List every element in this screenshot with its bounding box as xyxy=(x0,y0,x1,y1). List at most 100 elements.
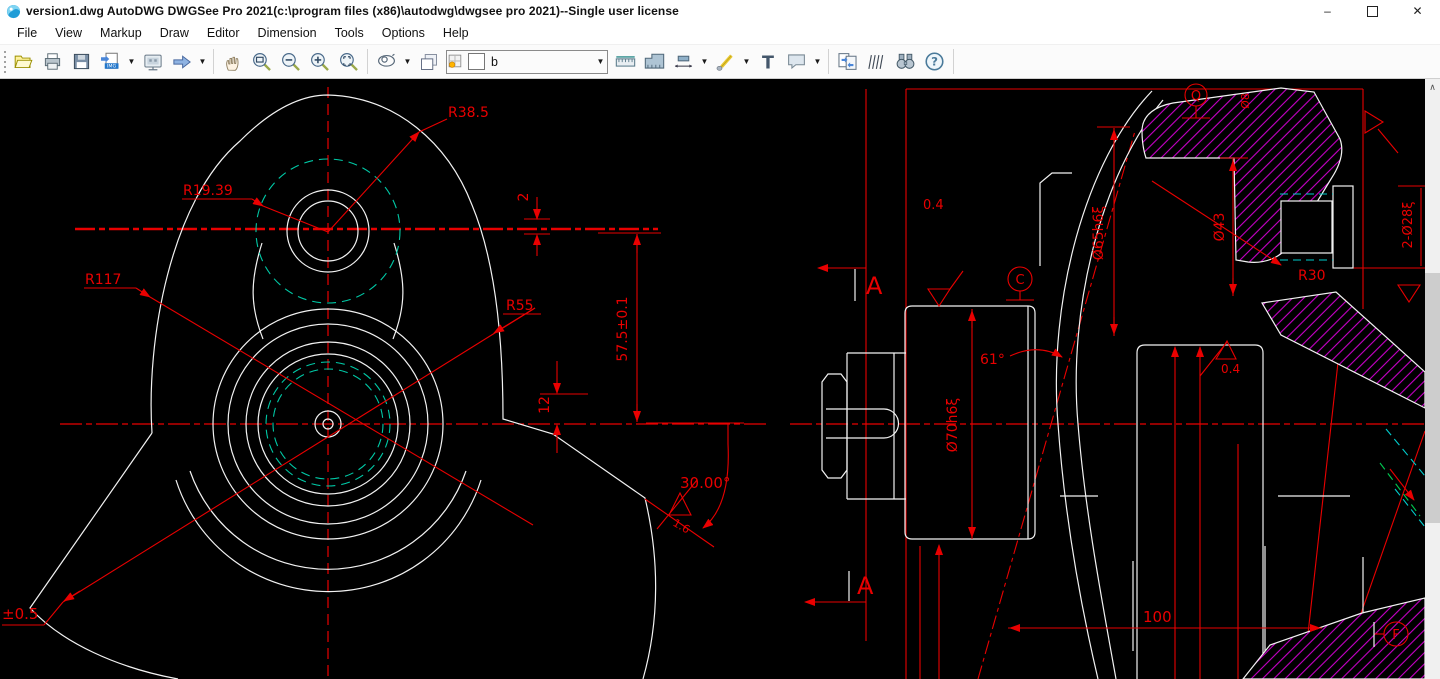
zoom-window-button[interactable] xyxy=(247,48,276,75)
measure-area-button[interactable] xyxy=(640,48,669,75)
hatch-button[interactable] xyxy=(862,48,891,75)
svg-text:?: ? xyxy=(931,55,938,69)
measure-length-button[interactable] xyxy=(669,48,698,75)
monitor-icon xyxy=(143,52,163,72)
menu-draw[interactable]: Draw xyxy=(151,24,198,42)
dim-r38-label: R38.5 xyxy=(448,105,489,121)
cad-drawing: R38.5 R19.39 R117 R55 2 57.5±0.1 12 30.0… xyxy=(0,79,1425,679)
hatch-regions xyxy=(1142,88,1425,679)
menu-tools[interactable]: Tools xyxy=(326,24,373,42)
export-image-icon: IMG xyxy=(101,52,121,72)
measure-length-icon xyxy=(673,51,694,72)
scroll-up-button[interactable]: ∧ xyxy=(1425,79,1440,96)
cam-profile xyxy=(30,95,656,679)
export-dropdown-caret[interactable]: ▼ xyxy=(125,48,138,75)
svg-text:IMG: IMG xyxy=(107,63,116,69)
view-mode-caret[interactable]: ▼ xyxy=(401,48,414,75)
comment-dropdown-caret[interactable]: ▼ xyxy=(811,48,824,75)
right-view: 0.4 A A C Q F Ø8 Ø65h6ξ Ø70h6ξ Ø43 61° R… xyxy=(790,84,1425,679)
menu-view[interactable]: View xyxy=(46,24,91,42)
menu-dimension[interactable]: Dimension xyxy=(249,24,326,42)
zoom-extents-icon xyxy=(338,51,359,72)
layers-button[interactable] xyxy=(414,48,443,75)
menu-help[interactable]: Help xyxy=(434,24,478,42)
datum-c-label: C xyxy=(1015,273,1024,288)
dia65-label: Ø65h6ξ xyxy=(1091,206,1107,260)
next-view-button[interactable] xyxy=(167,48,196,75)
toolbar: IMG ▼ ▼ ▼ b ▼ ▼ ▼ T ▼ ? xyxy=(0,45,1440,79)
zoom-in-button[interactable] xyxy=(305,48,334,75)
toolbar-separator xyxy=(953,49,954,74)
zoom-window-icon xyxy=(251,51,272,72)
dim-r117-label: R117 xyxy=(85,272,121,288)
minimize-button[interactable]: – xyxy=(1305,0,1350,22)
left-annotations: R38.5 R19.39 R117 R55 2 57.5±0.1 12 30.0… xyxy=(2,105,730,623)
menu-editor[interactable]: Editor xyxy=(198,24,249,42)
green-dashed-line xyxy=(1380,463,1420,516)
toolbar-separator xyxy=(213,49,214,74)
maximize-button[interactable] xyxy=(1350,0,1395,22)
measure-dropdown-caret[interactable]: ▼ xyxy=(698,48,711,75)
rough-04-top-label: 0.4 xyxy=(923,198,944,213)
open-button[interactable] xyxy=(9,48,38,75)
dim-r19-label: R19.39 xyxy=(183,183,233,199)
dia70-label: Ø70h6ξ xyxy=(945,398,961,452)
ruler-icon xyxy=(615,51,636,72)
zoom-in-icon xyxy=(309,51,330,72)
find-button[interactable] xyxy=(891,48,920,75)
print-button[interactable] xyxy=(38,48,67,75)
menu-markup[interactable]: Markup xyxy=(91,24,151,42)
dim-100-label: 100 xyxy=(1143,608,1172,626)
dim-2-label: 2 xyxy=(516,193,532,202)
zoom-extents-button[interactable] xyxy=(334,48,363,75)
layer-color-swatch xyxy=(468,53,485,70)
compare-button[interactable] xyxy=(833,48,862,75)
slideshow-button[interactable] xyxy=(138,48,167,75)
title-bar: version1.dwg AutoDWG DWGSee Pro 2021(c:\… xyxy=(0,0,1440,22)
view-dropdown-caret[interactable]: ▼ xyxy=(196,48,209,75)
r30-label: R30 xyxy=(1298,268,1326,284)
menu-options[interactable]: Options xyxy=(373,24,434,42)
measure-distance-button[interactable] xyxy=(611,48,640,75)
pan-hand-icon xyxy=(223,52,243,72)
scroll-up-icon: ∧ xyxy=(1429,82,1436,93)
marker-pen-icon xyxy=(715,51,736,72)
menu-bar: File View Markup Draw Editor Dimension T… xyxy=(0,22,1440,45)
dim-12-label: 12 xyxy=(537,396,553,414)
section-lines xyxy=(866,89,1425,679)
markup-pen-button[interactable] xyxy=(711,48,740,75)
dia8-label: Ø8 xyxy=(1239,93,1252,109)
text-markup-button[interactable]: T xyxy=(753,48,782,75)
menu-file[interactable]: File xyxy=(8,24,46,42)
export-image-button[interactable]: IMG xyxy=(96,48,125,75)
holes-label: 2-Ø28ξ xyxy=(1401,202,1416,249)
drawing-canvas[interactable]: R38.5 R19.39 R117 R55 2 57.5±0.1 12 30.0… xyxy=(0,79,1440,679)
open-folder-icon xyxy=(14,52,33,71)
left-view: R38.5 R19.39 R117 R55 2 57.5±0.1 12 30.0… xyxy=(2,87,770,679)
pen-dropdown-caret[interactable]: ▼ xyxy=(740,48,753,75)
close-button[interactable]: ✕ xyxy=(1395,0,1440,22)
layer-combo-value: b xyxy=(491,55,594,69)
zoom-out-button[interactable] xyxy=(276,48,305,75)
view-mode-button[interactable] xyxy=(372,48,401,75)
maximize-icon xyxy=(1367,6,1378,17)
window-title: version1.dwg AutoDWG DWGSee Pro 2021(c:\… xyxy=(26,4,679,18)
orbit-eye-icon xyxy=(376,51,397,72)
measure-area-icon xyxy=(644,51,665,72)
rough-04-mid-label: 0.4 xyxy=(1221,362,1240,376)
vertical-scrollbar[interactable]: ∧ xyxy=(1425,79,1440,679)
hatch-lines-icon xyxy=(867,52,887,72)
toolbar-grip[interactable] xyxy=(2,50,7,74)
toolbar-separator xyxy=(367,49,368,74)
dia43-label: Ø43 xyxy=(1212,213,1228,242)
save-floppy-icon xyxy=(72,52,91,71)
scrollbar-thumb[interactable] xyxy=(1425,273,1440,523)
svg-text:T: T xyxy=(762,53,774,72)
comment-button[interactable] xyxy=(782,48,811,75)
help-button[interactable]: ? xyxy=(920,48,949,75)
binoculars-icon xyxy=(895,51,916,72)
layer-combo-caret[interactable]: ▼ xyxy=(594,52,607,72)
pan-button[interactable] xyxy=(218,48,247,75)
layer-combo[interactable]: b ▼ xyxy=(446,50,608,74)
save-button[interactable] xyxy=(67,48,96,75)
